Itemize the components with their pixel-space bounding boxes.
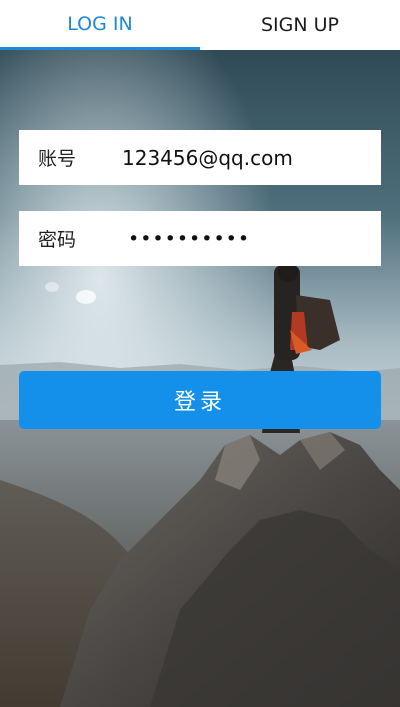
password-input[interactable] bbox=[108, 211, 381, 266]
account-input[interactable] bbox=[102, 130, 381, 185]
tab-log-in[interactable]: LOG IN bbox=[0, 0, 200, 50]
tab-sign-up[interactable]: SIGN UP bbox=[200, 0, 400, 50]
password-field: 密码 bbox=[19, 211, 381, 266]
account-label: 账号 bbox=[38, 148, 77, 170]
login-screen: LOG IN SIGN UP 账号 123456@qq.com 密码 •••••… bbox=[0, 0, 400, 707]
account-field: 账号 bbox=[19, 130, 381, 185]
tab-bar: LOG IN SIGN UP bbox=[0, 0, 400, 50]
login-button[interactable]: 登录 bbox=[19, 371, 381, 429]
password-label: 密码 bbox=[38, 229, 77, 251]
